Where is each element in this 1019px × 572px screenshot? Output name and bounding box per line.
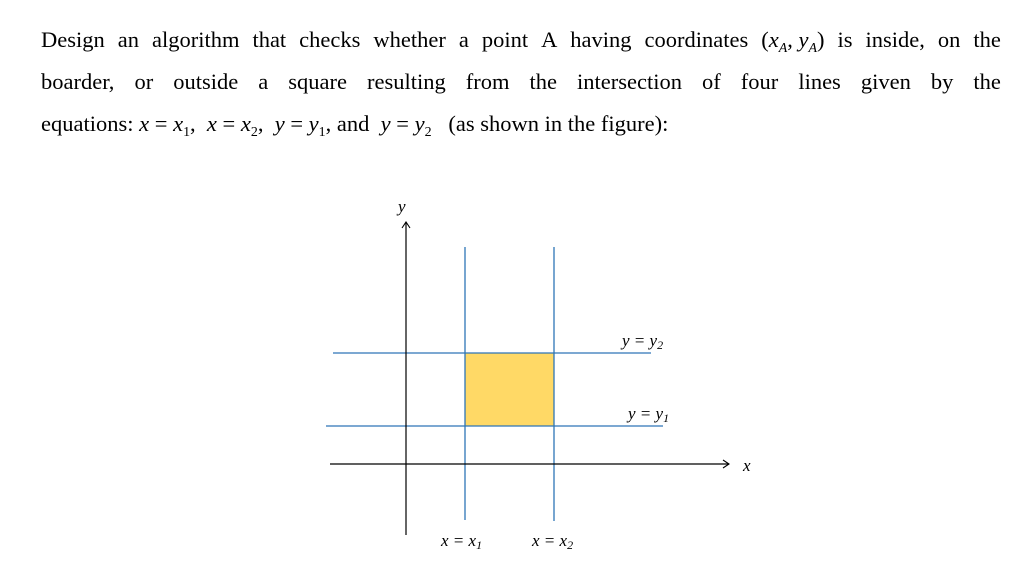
square-region bbox=[465, 353, 554, 426]
label-y-equals-y1: y = y1 bbox=[626, 404, 669, 425]
label-x-equals-x2: x = x2 bbox=[531, 531, 573, 552]
label-sub: 2 bbox=[657, 338, 663, 352]
label-sub: 2 bbox=[567, 538, 573, 552]
square-figure: y x y = y2 y = y1 x = x1 x = x2 bbox=[326, 197, 751, 552]
label-sub: 1 bbox=[476, 538, 482, 552]
label-sub: 1 bbox=[663, 411, 669, 425]
label-text: x = x bbox=[440, 531, 477, 550]
label-x-equals-x1: x = x1 bbox=[440, 531, 482, 552]
y-axis-label: y bbox=[396, 197, 406, 216]
label-text: y = y bbox=[620, 331, 658, 350]
label-text: y = y bbox=[626, 404, 664, 423]
label-y-equals-y2: y = y2 bbox=[620, 331, 663, 352]
x-axis-label: x bbox=[742, 456, 751, 475]
label-text: x = x bbox=[531, 531, 568, 550]
